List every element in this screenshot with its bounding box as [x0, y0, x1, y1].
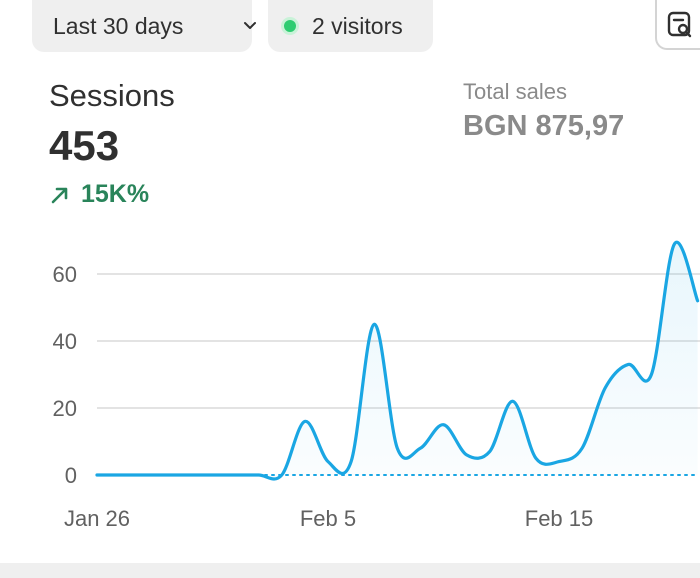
arrow-up-right-icon — [51, 187, 68, 203]
report-search-icon — [667, 11, 692, 38]
total-sales-title: Total sales — [463, 79, 567, 104]
chevron-down-icon — [244, 22, 256, 29]
x-tick-label: Feb 15 — [525, 506, 594, 531]
y-tick-label: 0 — [65, 463, 77, 488]
date-range-label: Last 30 days — [53, 12, 184, 39]
live-visitors-button[interactable]: 2 visitors — [268, 0, 433, 52]
live-status-dot-icon — [284, 20, 296, 32]
x-tick-label: Feb 5 — [300, 506, 356, 531]
total-sales-value: BGN 875,97 — [463, 110, 625, 142]
x-tick-label: Jan 26 — [64, 506, 130, 531]
date-range-selector[interactable]: Last 30 days — [32, 0, 256, 52]
analytics-toolbar: Last 30 days 2 visitors — [0, 0, 700, 60]
y-tick-label: 60 — [53, 262, 77, 287]
sessions-title: Sessions — [49, 78, 175, 113]
card-footer-divider — [0, 563, 700, 578]
sessions-chart: 0 20 40 60 Jan 26 Feb 5 Feb 15 — [53, 240, 700, 531]
sessions-value: 453 — [49, 122, 120, 169]
view-report-button[interactable] — [655, 0, 700, 50]
sessions-change-value: 15K% — [81, 180, 150, 208]
sessions-change: 15K% — [49, 180, 149, 209]
y-tick-label: 20 — [53, 396, 77, 421]
live-visitors-label: 2 visitors — [312, 12, 403, 39]
y-tick-label: 40 — [53, 329, 77, 354]
